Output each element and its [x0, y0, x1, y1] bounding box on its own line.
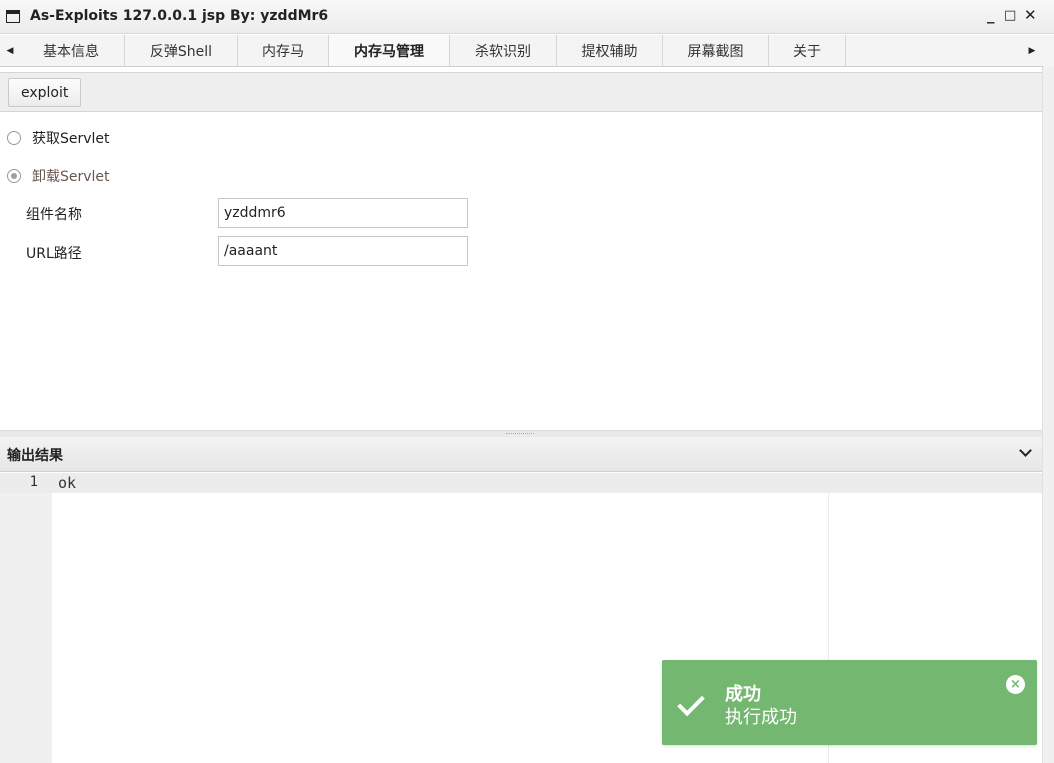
splitter-grip[interactable]: [506, 433, 534, 434]
url-path-input[interactable]: [218, 236, 468, 266]
radio-label: 卸载Servlet: [32, 169, 110, 185]
close-button[interactable]: ✕: [1024, 6, 1037, 24]
tab-av-detect[interactable]: 杀软识别: [450, 35, 557, 66]
exploit-button[interactable]: exploit: [8, 78, 82, 107]
window-title: As-Exploits 127.0.0.1 jsp By: yzddMr6: [30, 8, 329, 24]
toast-message: 执行成功: [725, 707, 797, 728]
component-name-label: 组件名称: [26, 207, 82, 223]
tab-memshell-manage[interactable]: 内存马管理: [329, 35, 450, 66]
app-window: As-Exploits 127.0.0.1 jsp By: yzddMr6 _ …: [0, 0, 1054, 763]
component-name-input[interactable]: [218, 198, 468, 228]
tab-scroll-right-button[interactable]: ▶: [1024, 35, 1040, 67]
vertical-scrollbar[interactable]: [1042, 67, 1054, 763]
tab-privesc[interactable]: 提权辅助: [557, 35, 663, 66]
tab-bar: ◀ 基本信息 反弹Shell 内存马 内存马管理 杀软识别 提权辅助 屏幕截图 …: [0, 35, 1044, 67]
active-line-highlight: [0, 473, 1042, 493]
tab-memshell[interactable]: 内存马: [238, 35, 329, 66]
tab-about[interactable]: 关于: [769, 35, 846, 66]
radio-get-servlet[interactable]: 获取Servlet: [7, 128, 110, 148]
radio-label: 获取Servlet: [32, 131, 110, 147]
toolbar: exploit: [0, 72, 1042, 112]
tab-bar-end: [1044, 35, 1054, 67]
url-path-label: URL路径: [26, 246, 82, 262]
maximize-button[interactable]: □: [1004, 8, 1016, 23]
title-bar: As-Exploits 127.0.0.1 jsp By: yzddMr6 _ …: [0, 0, 1054, 34]
tab-reverse-shell[interactable]: 反弹Shell: [125, 35, 238, 66]
radio-button-checked[interactable]: [7, 169, 21, 183]
output-line: ok: [58, 474, 77, 492]
success-toast: 成功 执行成功 ×: [662, 660, 1037, 745]
toast-close-icon[interactable]: ×: [1006, 675, 1025, 694]
radio-button[interactable]: [7, 131, 21, 145]
chevron-down-icon[interactable]: [1019, 444, 1032, 457]
output-panel-title: 输出结果: [7, 448, 63, 464]
window-icon: [6, 10, 20, 23]
tab-scroll-left-button[interactable]: ◀: [2, 35, 18, 67]
output-panel-header: 输出结果: [0, 437, 1042, 472]
editor-gutter: [0, 473, 52, 763]
panel-splitter[interactable]: [0, 430, 1042, 437]
checkmark-icon: [677, 688, 705, 717]
line-number: 1: [29, 474, 38, 490]
tab-screenshot[interactable]: 屏幕截图: [663, 35, 769, 66]
minimize-button[interactable]: _: [987, 6, 995, 24]
radio-unload-servlet[interactable]: 卸载Servlet: [7, 166, 110, 186]
tab-basic-info[interactable]: 基本信息: [18, 35, 125, 66]
